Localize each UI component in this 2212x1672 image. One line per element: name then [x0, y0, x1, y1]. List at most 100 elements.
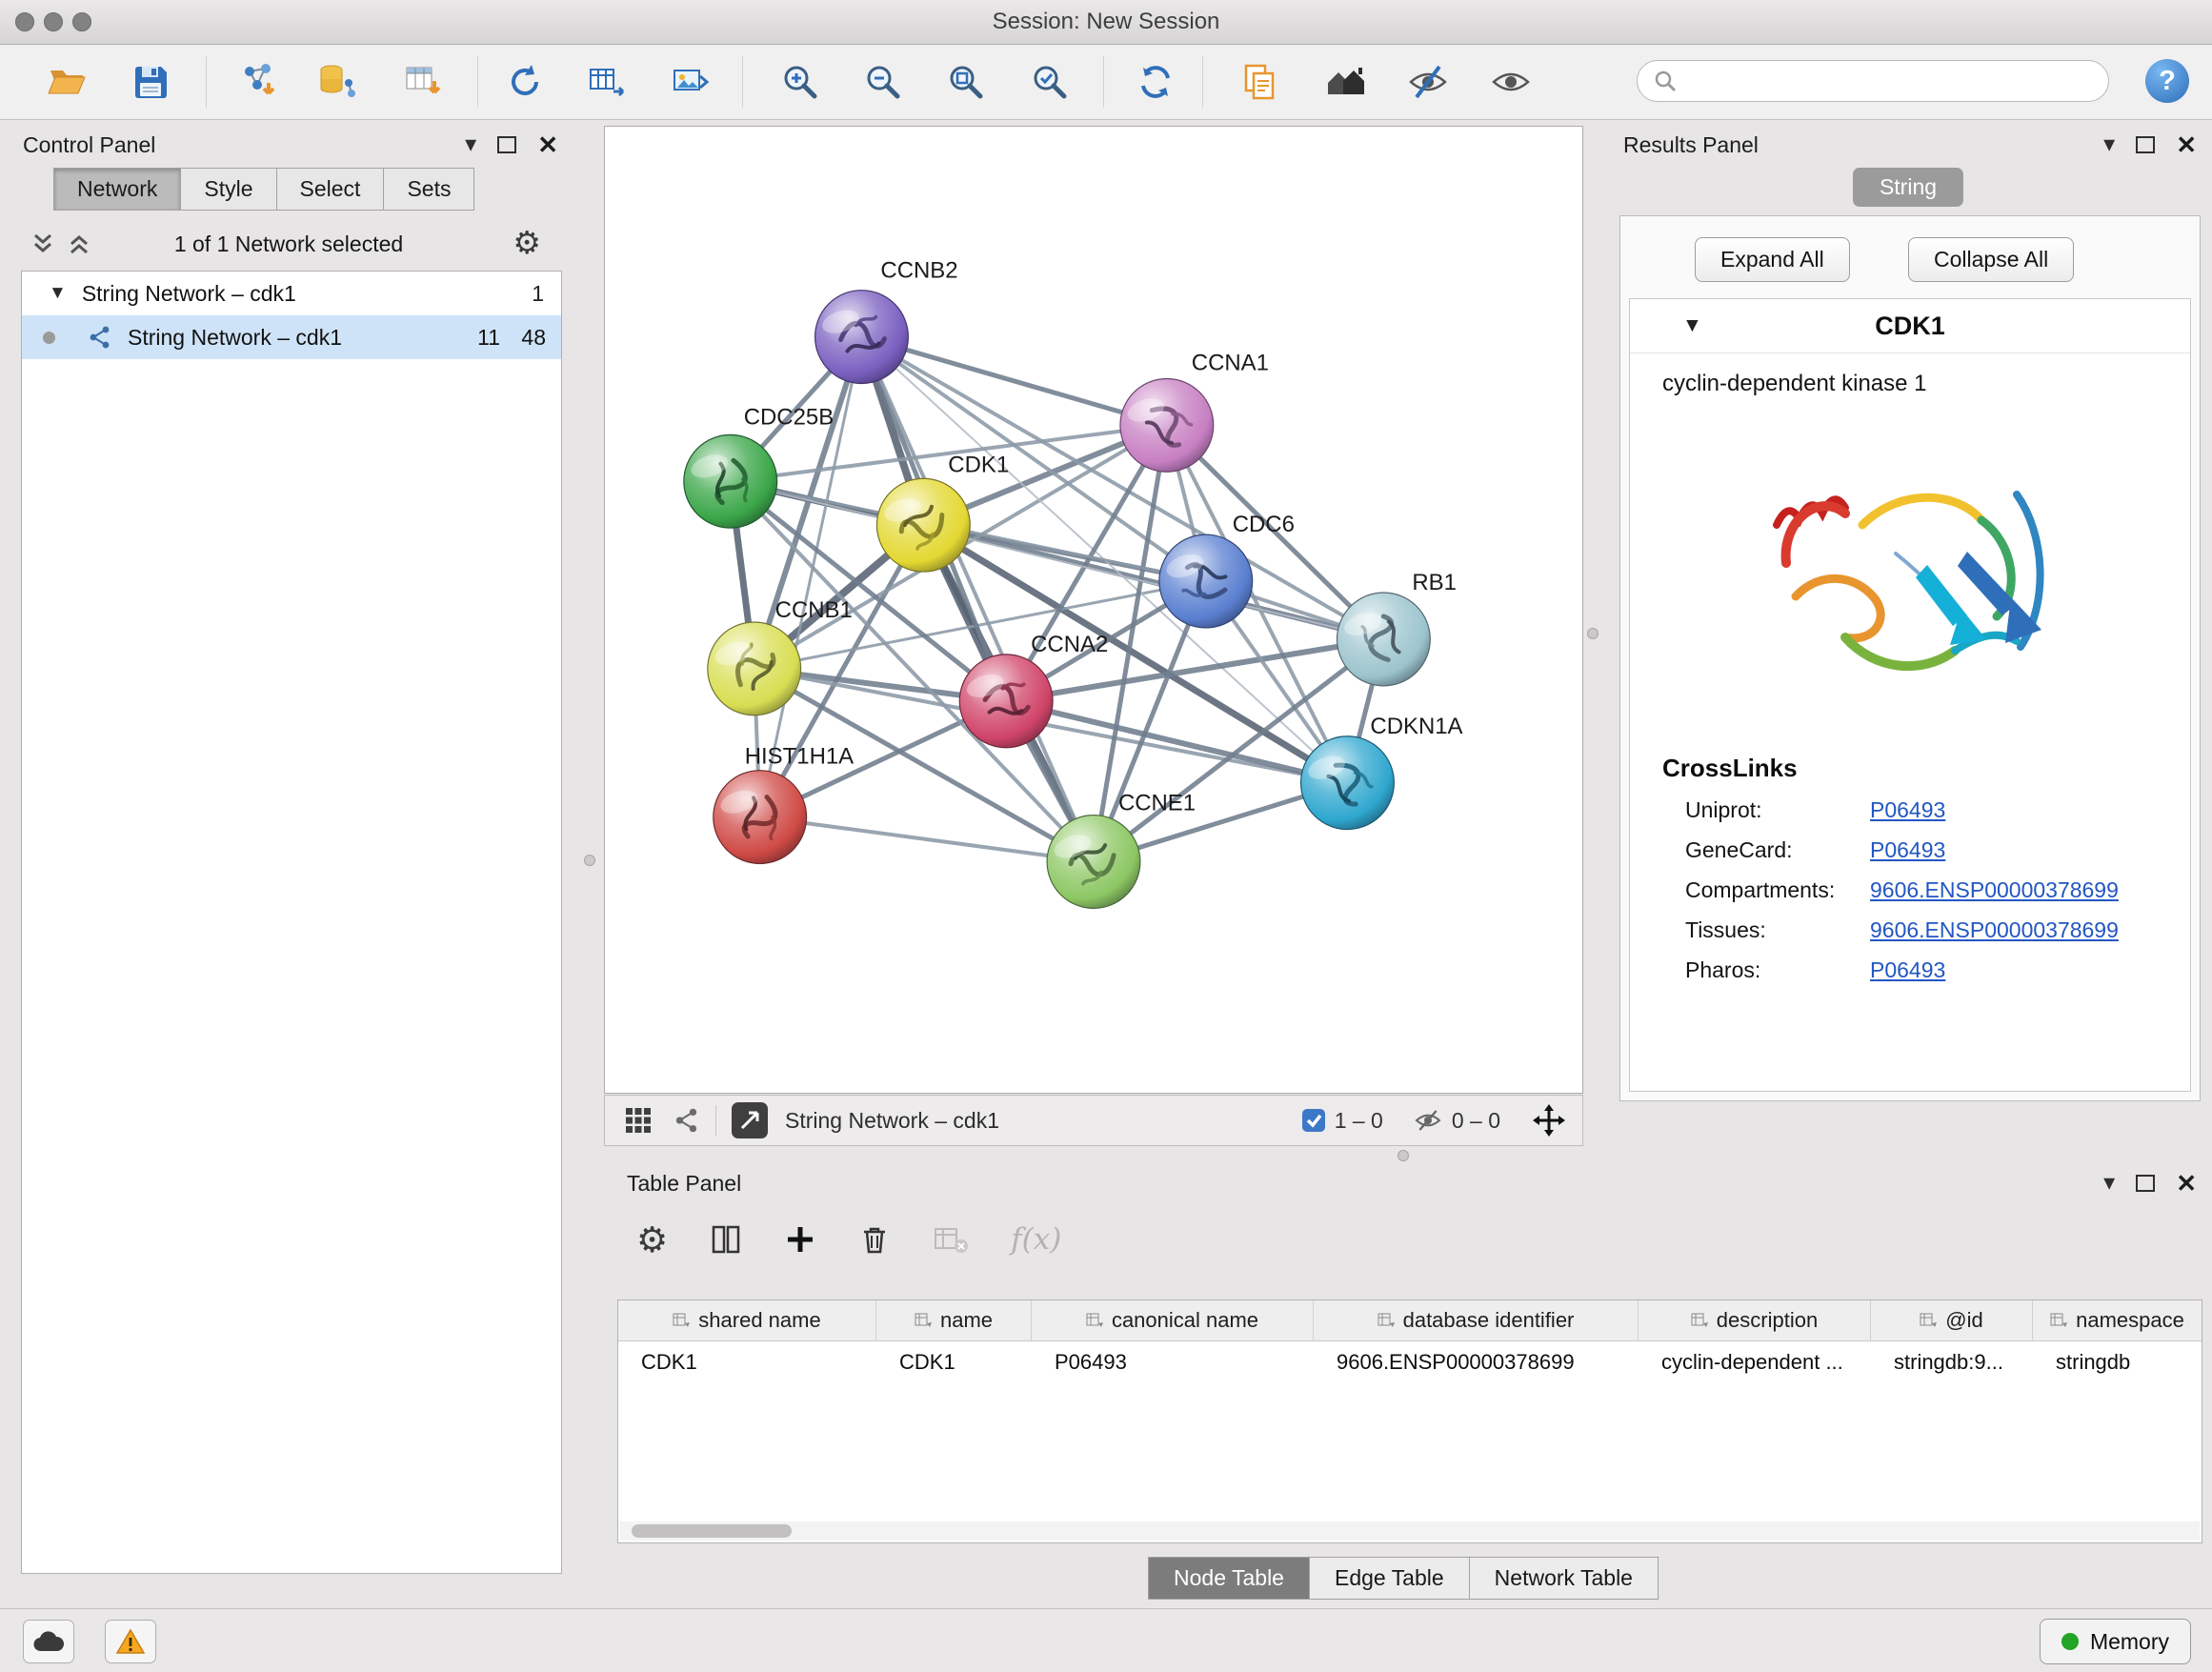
network-canvas[interactable]: CCNB2CCNA1CDC25BCDK1CDC6RB1CCNB1CCNA2CDK…	[604, 126, 1583, 1094]
function-builder-icon: f(x)	[1011, 1222, 1061, 1257]
splitter-handle[interactable]	[1587, 628, 1599, 639]
crosslink-row: Tissues:9606.ENSP00000378699	[1685, 917, 2190, 943]
warnings-button[interactable]	[105, 1620, 156, 1663]
horizontal-scrollbar[interactable]	[620, 1521, 2200, 1541]
pan-crosshair-icon[interactable]	[1533, 1104, 1565, 1137]
tab-select[interactable]: Select	[277, 168, 385, 211]
network-node-CDKN1A[interactable]: CDKN1A	[1301, 714, 1463, 830]
tab-style[interactable]: Style	[181, 168, 276, 211]
network-collection-row[interactable]: ▼ String Network – cdk1 1	[22, 272, 561, 315]
splitter-handle[interactable]	[584, 855, 595, 866]
table-row[interactable]: CDK1CDK1P064939606.ENSP00000378699cyclin…	[618, 1341, 2202, 1381]
tab-node-table[interactable]: Node Table	[1148, 1557, 1310, 1600]
table-tabs: Node TableEdge TableNetwork Table	[1148, 1557, 1659, 1600]
network-options-gear-icon[interactable]: ⚙	[513, 227, 541, 258]
import-network-database-icon[interactable]	[315, 60, 359, 104]
tab-network[interactable]: Network	[53, 168, 181, 211]
network-node-CCNB1[interactable]: CCNB1	[708, 597, 853, 715]
tab-network-table[interactable]: Network Table	[1470, 1557, 1659, 1600]
crosslink-row: Pharos:P06493	[1685, 957, 2190, 983]
panel-close-icon[interactable]: ✕	[2176, 1171, 2197, 1196]
crosslink-link[interactable]: 9606.ENSP00000378699	[1870, 877, 2119, 903]
memory-button[interactable]: Memory	[2040, 1619, 2191, 1664]
panel-menu-icon[interactable]: ▾	[465, 133, 476, 156]
zoom-selected-icon[interactable]	[1028, 60, 1072, 104]
panel-float-icon[interactable]	[497, 136, 516, 153]
panel-close-icon[interactable]: ✕	[537, 132, 558, 157]
export-image-icon[interactable]	[668, 60, 712, 104]
splitter-handle[interactable]	[1398, 1150, 1409, 1161]
cloud-button[interactable]	[23, 1620, 74, 1663]
column-header-namespace[interactable]: namespace	[2033, 1300, 2202, 1340]
network-node-CDC25B[interactable]: CDC25B	[684, 404, 834, 528]
panel-float-icon[interactable]	[2136, 1175, 2155, 1192]
crosslink-link[interactable]: P06493	[1870, 837, 1945, 863]
expander-icon[interactable]: ▼	[49, 283, 67, 304]
zoom-fit-icon[interactable]	[944, 60, 988, 104]
detach-view-button[interactable]	[732, 1102, 768, 1138]
export-table-icon[interactable]	[585, 60, 629, 104]
delete-column-icon[interactable]	[858, 1223, 891, 1256]
network-edge[interactable]	[861, 337, 1166, 426]
panel-float-icon[interactable]	[2136, 136, 2155, 153]
network-node-HIST1H1A[interactable]: HIST1H1A	[714, 744, 854, 864]
column-header-name[interactable]: name	[876, 1300, 1032, 1340]
crosslink-link[interactable]: P06493	[1870, 957, 1945, 983]
home-icon[interactable]	[1323, 60, 1367, 104]
crosslink-label: GeneCard:	[1685, 837, 1870, 863]
zoom-in-icon[interactable]	[778, 60, 822, 104]
search-input[interactable]	[1687, 68, 2108, 94]
import-network-file-icon[interactable]	[236, 60, 280, 104]
panel-menu-icon[interactable]: ▾	[2103, 1172, 2115, 1195]
hide-graphics-details-icon[interactable]	[1406, 60, 1450, 104]
network-row-selected[interactable]: String Network – cdk1 11 48	[22, 315, 561, 359]
scrollbar-thumb[interactable]	[632, 1524, 792, 1538]
crosslink-link[interactable]: P06493	[1870, 797, 1945, 823]
search-field[interactable]	[1637, 60, 2109, 102]
column-header--id[interactable]: @id	[1871, 1300, 2033, 1340]
refresh-icon[interactable]	[1134, 60, 1177, 104]
birdseye-view-icon[interactable]	[674, 1107, 700, 1134]
expand-all-button[interactable]: Expand All	[1695, 237, 1850, 282]
zoom-out-icon[interactable]	[861, 60, 905, 104]
selected-checkbox-icon[interactable]	[1300, 1107, 1327, 1134]
column-header-description[interactable]: description	[1639, 1300, 1871, 1340]
show-graphics-details-icon[interactable]	[1489, 60, 1533, 104]
protein-name: CDK1	[1630, 312, 2190, 341]
import-table-file-icon[interactable]	[401, 60, 445, 104]
crosslinks-title: CrossLinks	[1662, 754, 2190, 783]
table-options-gear-icon[interactable]: ⚙	[636, 1222, 668, 1258]
panel-close-icon[interactable]: ✕	[2176, 132, 2197, 157]
save-session-icon[interactable]	[129, 60, 172, 104]
hidden-eye-slash-icon[interactable]	[1412, 1107, 1444, 1134]
column-header-database-identifier[interactable]: database identifier	[1314, 1300, 1639, 1340]
network-edge[interactable]	[1006, 701, 1347, 783]
string-results-tab[interactable]: String	[1853, 168, 1963, 207]
grid-view-icon[interactable]	[624, 1106, 653, 1135]
column-header-canonical-name[interactable]: canonical name	[1032, 1300, 1314, 1340]
table-cell: stringdb:9...	[1871, 1341, 2033, 1381]
network-graph[interactable]: CCNB2CCNA1CDC25BCDK1CDC6RB1CCNB1CCNA2CDK…	[605, 127, 1582, 1093]
add-column-icon[interactable]	[784, 1223, 816, 1256]
tab-edge-table[interactable]: Edge Table	[1310, 1557, 1470, 1600]
column-type-icon	[1086, 1313, 1103, 1328]
crosslink-link[interactable]: 9606.ENSP00000378699	[1870, 917, 2119, 943]
protein-description: cyclin-dependent kinase 1	[1662, 371, 2190, 397]
network-edge[interactable]	[861, 337, 1094, 862]
footer-separator	[715, 1105, 716, 1136]
column-header-shared-name[interactable]: shared name	[618, 1300, 876, 1340]
collapse-all-button[interactable]: Collapse All	[1908, 237, 2074, 282]
panel-menu-icon[interactable]: ▾	[2103, 133, 2115, 156]
network-node-CCNB2[interactable]: CCNB2	[815, 258, 958, 384]
network-node-CDK1[interactable]: CDK1	[876, 452, 1009, 572]
show-columns-icon[interactable]	[710, 1223, 742, 1256]
copy-document-icon[interactable]	[1238, 60, 1282, 104]
network-node-CCNA1[interactable]: CCNA1	[1120, 350, 1269, 472]
tab-sets[interactable]: Sets	[384, 168, 474, 211]
help-icon[interactable]: ?	[2145, 59, 2189, 103]
open-session-icon[interactable]	[45, 60, 89, 104]
network-edge[interactable]	[760, 817, 1094, 862]
network-node-RB1[interactable]: RB1	[1337, 570, 1456, 686]
toolbar-separator	[1202, 56, 1203, 108]
clone-network-icon[interactable]	[503, 60, 547, 104]
